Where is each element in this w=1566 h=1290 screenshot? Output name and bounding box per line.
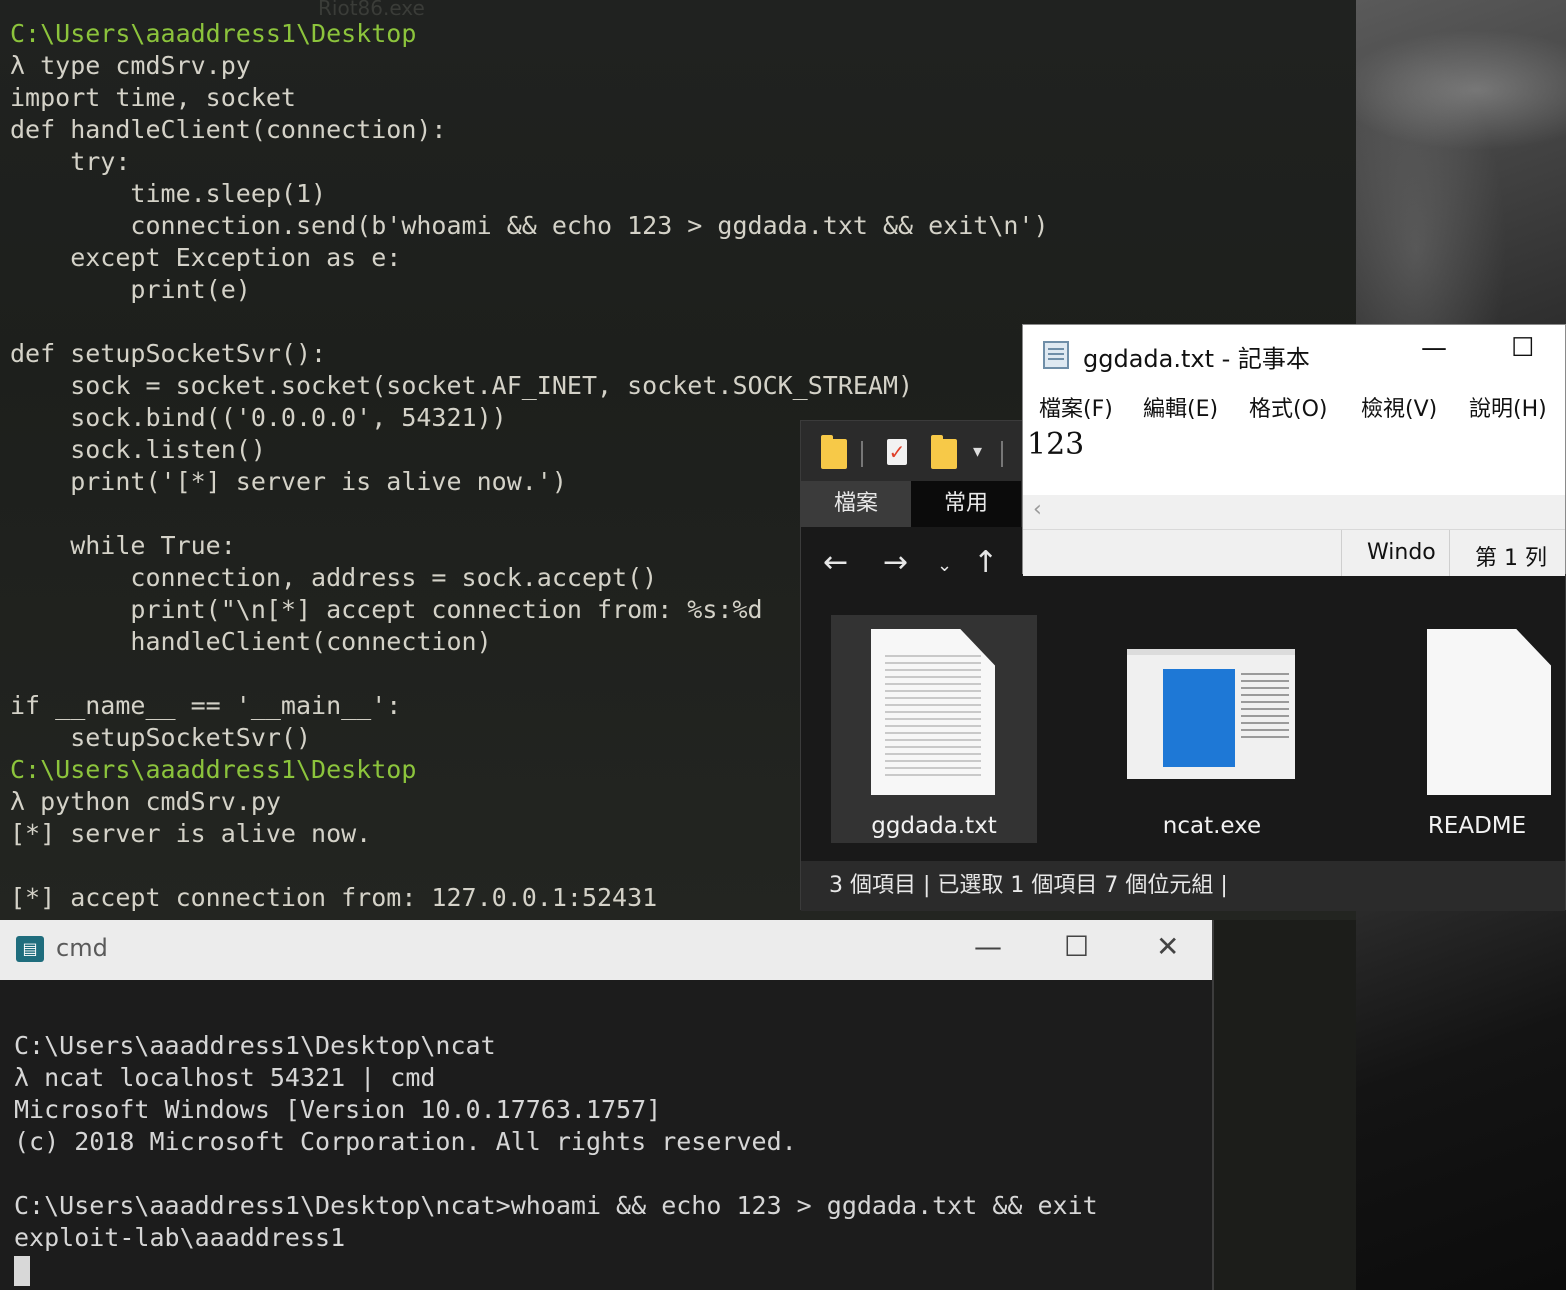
close-icon[interactable]: ✕ — [1156, 930, 1179, 963]
menu-file[interactable]: 檔案(F) — [1039, 391, 1113, 423]
blank-document-icon — [1427, 629, 1551, 795]
status-encoding: Windo — [1367, 540, 1436, 565]
notepad-menubar: 檔案(F) 編輯(E) 格式(O) 檢視(V) 說明(H) — [1023, 387, 1565, 425]
back-arrow-icon[interactable]: ← — [823, 545, 848, 580]
cmd-title: cmd — [56, 934, 108, 962]
terminal-line: print(e) — [10, 275, 251, 304]
minimize-icon[interactable]: — — [974, 930, 1002, 963]
minimize-icon[interactable]: — — [1421, 333, 1447, 363]
cmd-line: C:\Users\aaaddress1\Desktop\ncat>whoami … — [14, 1191, 1098, 1220]
menu-view[interactable]: 檢視(V) — [1361, 391, 1437, 423]
cmd-line: exploit-lab\aaaddress1 — [14, 1223, 346, 1252]
notepad-title: ggdada.txt - 記事本 — [1083, 345, 1310, 373]
maximize-icon[interactable]: ☐ — [1511, 333, 1534, 363]
tab-file[interactable]: 檔案 — [801, 481, 911, 527]
folder-icon[interactable] — [821, 435, 847, 469]
cmd-line — [14, 1158, 1098, 1190]
horizontal-scrollbar[interactable]: ‹ — [1023, 495, 1565, 529]
cmd-line: (c) 2018 Microsoft Corporation. All righ… — [14, 1127, 797, 1156]
notepad-icon — [1043, 341, 1069, 369]
menu-format[interactable]: 格式(O) — [1249, 391, 1327, 423]
explorer-status-bar: 3 個項目 | 已選取 1 個項目 7 個位元組 | — [801, 861, 1565, 911]
notepad-titlebar[interactable]: ggdada.txt - 記事本 — ☐ — [1023, 325, 1565, 387]
terminal-line: time.sleep(1) — [10, 179, 327, 208]
text-cursor — [14, 1256, 30, 1286]
file-list: ggdada.txt ncat.exe README — [801, 603, 1565, 861]
scroll-left-icon[interactable]: ‹ — [1033, 497, 1042, 522]
file-item-ncat-exe[interactable]: ncat.exe — [1109, 615, 1315, 843]
cmd-output[interactable]: C:\Users\aaaddress1\Desktop\ncat λ ncat l… — [14, 1030, 1098, 1286]
cmd-line: C:\Users\aaaddress1\Desktop\ncat — [14, 1031, 496, 1060]
properties-check-icon[interactable]: ✓ — [887, 439, 907, 465]
menu-help[interactable]: 說明(H) — [1469, 391, 1547, 423]
new-folder-icon[interactable] — [931, 435, 957, 469]
notepad-status-bar: Windo 第 1 列 — [1023, 529, 1565, 576]
terminal-prompt-path: C:\Users\aaaddress1\Desktop — [10, 19, 417, 48]
ghost-window-title: Riot86.exe — [318, 0, 425, 20]
toolbar-separator — [1001, 441, 1003, 467]
cmd-line: λ ncat localhost 54321 | cmd — [14, 1063, 436, 1092]
terminal-line: try: — [10, 147, 131, 176]
application-window-icon — [1127, 649, 1295, 779]
cmd-line: Microsoft Windows [Version 10.0.17763.17… — [14, 1095, 662, 1124]
forward-arrow-icon[interactable]: → — [883, 545, 908, 580]
customize-dropdown-icon[interactable]: ▾ — [973, 441, 982, 462]
terminal-line: def setupSocketSvr(): — [10, 339, 327, 368]
terminal-line: connection.send(b'whoami && echo 123 > g… — [10, 211, 1049, 240]
file-name: ncat.exe — [1162, 813, 1262, 839]
file-item-readme[interactable]: README — [1387, 615, 1566, 843]
file-item-ggdada-txt[interactable]: ggdada.txt — [831, 615, 1037, 843]
terminal-line: except Exception as e: — [10, 243, 402, 272]
toolbar-separator — [861, 441, 863, 467]
tab-home[interactable]: 常用 — [911, 481, 1021, 527]
cmd-titlebar[interactable]: ▤ cmd — ☐ ✕ — [0, 920, 1212, 980]
file-name: README — [1427, 813, 1527, 839]
maximize-icon[interactable]: ☐ — [1064, 930, 1089, 963]
menu-edit[interactable]: 編輯(E) — [1143, 391, 1218, 423]
terminal-line: λ type cmdSrv.py — [10, 51, 251, 80]
cmd-window[interactable]: ▤ cmd — ☐ ✕ C:\Users\aaaddress1\Desktop\… — [0, 920, 1214, 1290]
text-document-icon — [871, 629, 995, 795]
terminal-line: import time, socket — [10, 83, 296, 112]
status-position: 第 1 列 — [1475, 546, 1547, 571]
terminal-line: def handleClient(connection): — [10, 115, 447, 144]
terminal-line: sock = socket.socket(socket.AF_INET, soc… — [10, 371, 914, 400]
cmder-icon: ▤ — [16, 936, 44, 962]
file-name: ggdada.txt — [871, 813, 997, 839]
notepad-content: 123 — [1027, 427, 1085, 462]
notepad-window[interactable]: ggdada.txt - 記事本 — ☐ 檔案(F) 編輯(E) 格式(O) 檢… — [1022, 324, 1566, 576]
notepad-text-area[interactable]: 123 — [1023, 425, 1565, 495]
up-arrow-icon[interactable]: ↑ — [973, 545, 998, 580]
recent-locations-chevron-icon[interactable]: ⌄ — [937, 555, 952, 576]
